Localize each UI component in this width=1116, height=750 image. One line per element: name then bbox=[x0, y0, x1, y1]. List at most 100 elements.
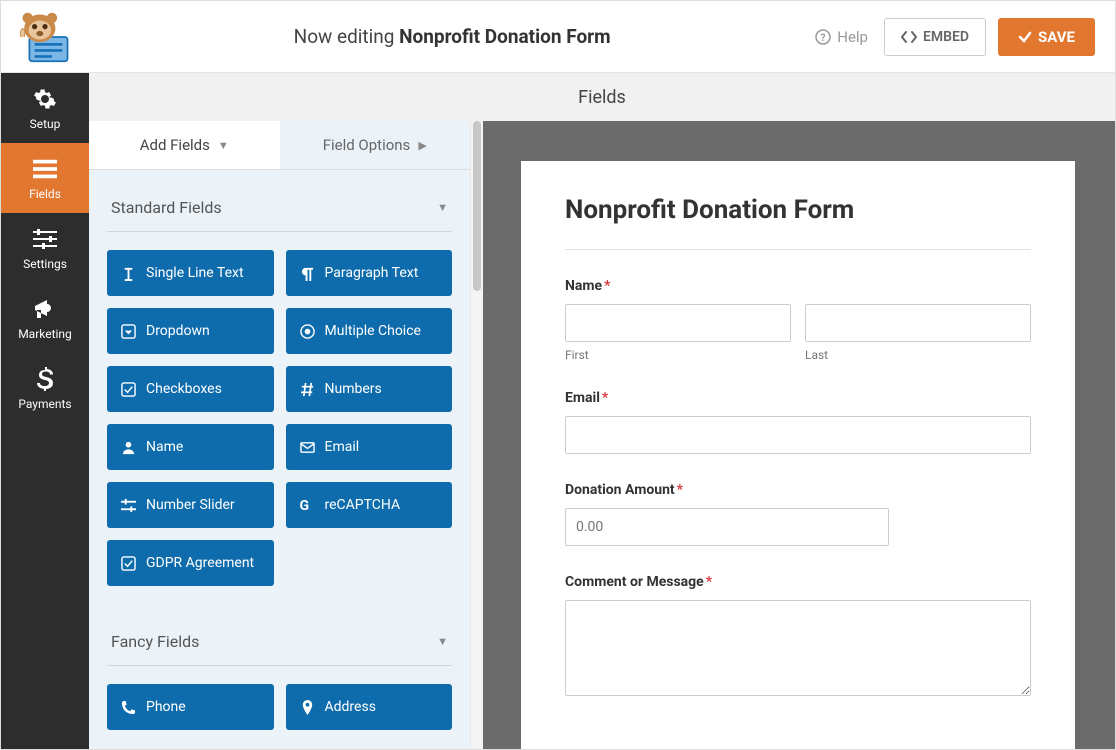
section-standard-fields[interactable]: Standard Fields ▼ bbox=[107, 170, 452, 232]
panel-title: Fields bbox=[89, 73, 1115, 121]
tab-add-fields[interactable]: Add Fields ▼ bbox=[89, 121, 280, 170]
top-bar: Now editing Nonprofit Donation Form ? He… bbox=[1, 1, 1115, 73]
field-single-line-text[interactable]: Single Line Text bbox=[107, 250, 274, 296]
editing-prefix: Now editing bbox=[294, 25, 395, 48]
question-circle-icon: ? bbox=[815, 29, 831, 45]
field-label: Number Slider bbox=[146, 497, 235, 513]
field-email[interactable]: Email bbox=[286, 424, 453, 470]
required-asterisk: * bbox=[604, 278, 610, 294]
scrollbar[interactable] bbox=[470, 121, 483, 749]
field-comment-row[interactable]: Comment or Message* bbox=[565, 574, 1031, 700]
embed-button[interactable]: EMBED bbox=[884, 18, 986, 56]
envelope-icon bbox=[300, 440, 315, 455]
field-label: Email* bbox=[565, 390, 1031, 406]
split-area: Add Fields ▼ Field Options ▶ Standard Fi… bbox=[89, 121, 1115, 749]
sidebar: Setup Fields Settings Marketing Payments bbox=[1, 73, 89, 749]
save-label: SAVE bbox=[1038, 28, 1075, 46]
sliders-icon bbox=[121, 498, 136, 513]
caret-square-down-icon bbox=[121, 324, 136, 339]
field-label: Single Line Text bbox=[146, 265, 244, 281]
form-preview-title: Nonprofit Donation Form bbox=[565, 195, 1031, 250]
sidebar-label: Settings bbox=[23, 257, 67, 271]
field-label: Checkboxes bbox=[146, 381, 222, 397]
field-name[interactable]: Name bbox=[107, 424, 274, 470]
field-numbers[interactable]: Numbers bbox=[286, 366, 453, 412]
sublabel-first: First bbox=[565, 348, 791, 362]
sublabel-last: Last bbox=[805, 348, 1031, 362]
embed-label: EMBED bbox=[923, 29, 969, 45]
field-label: Paragraph Text bbox=[325, 265, 419, 281]
main-area: Setup Fields Settings Marketing Payments bbox=[1, 73, 1115, 749]
check-square-icon bbox=[121, 382, 136, 397]
required-asterisk: * bbox=[602, 390, 608, 406]
field-dropdown[interactable]: Dropdown bbox=[107, 308, 274, 354]
chevron-down-icon: ▼ bbox=[437, 201, 448, 214]
field-label: Multiple Choice bbox=[325, 323, 421, 339]
field-name-row[interactable]: Name* First Last bbox=[565, 278, 1031, 362]
field-paragraph-text[interactable]: Paragraph Text bbox=[286, 250, 453, 296]
field-label: Address bbox=[325, 699, 376, 715]
google-icon: G bbox=[300, 498, 315, 513]
help-label: Help bbox=[837, 28, 868, 46]
wpforms-logo bbox=[17, 11, 73, 63]
dot-circle-icon bbox=[300, 324, 315, 339]
tab-field-options[interactable]: Field Options ▶ bbox=[280, 121, 471, 170]
scrollbar-thumb[interactable] bbox=[473, 121, 481, 291]
field-label: Dropdown bbox=[146, 323, 210, 339]
required-asterisk: * bbox=[706, 574, 712, 590]
map-marker-icon bbox=[300, 700, 315, 715]
last-name-input[interactable] bbox=[805, 304, 1031, 342]
sidebar-label: Marketing bbox=[18, 327, 72, 341]
chevron-down-icon: ▼ bbox=[437, 635, 448, 648]
check-icon bbox=[1018, 30, 1032, 44]
chevron-right-icon: ▶ bbox=[418, 139, 426, 152]
sidebar-label: Fields bbox=[29, 187, 61, 201]
field-label: Numbers bbox=[325, 381, 382, 397]
form-preview-panel: Nonprofit Donation Form Name* First bbox=[483, 121, 1115, 749]
field-donation-amount-row[interactable]: Donation Amount* bbox=[565, 482, 1031, 546]
form-name: Nonprofit Donation Form bbox=[399, 25, 610, 48]
sidebar-item-marketing[interactable]: Marketing bbox=[1, 283, 89, 353]
tab-label: Field Options bbox=[323, 136, 411, 154]
paragraph-icon bbox=[300, 266, 315, 281]
field-recaptcha[interactable]: G reCAPTCHA bbox=[286, 482, 453, 528]
field-label: Comment or Message* bbox=[565, 574, 1031, 590]
section-label: Standard Fields bbox=[111, 198, 222, 217]
check-square-icon bbox=[121, 556, 136, 571]
field-number-slider[interactable]: Number Slider bbox=[107, 482, 274, 528]
email-input[interactable] bbox=[565, 416, 1031, 454]
save-button[interactable]: SAVE bbox=[998, 18, 1095, 56]
field-email-row[interactable]: Email* bbox=[565, 390, 1031, 454]
section-fancy-fields[interactable]: Fancy Fields ▼ bbox=[107, 604, 452, 666]
comment-textarea[interactable] bbox=[565, 600, 1031, 696]
field-multiple-choice[interactable]: Multiple Choice bbox=[286, 308, 453, 354]
field-address[interactable]: Address bbox=[286, 684, 453, 730]
chevron-down-icon: ▼ bbox=[218, 139, 229, 152]
sidebar-item-payments[interactable]: Payments bbox=[1, 353, 89, 423]
sidebar-item-setup[interactable]: Setup bbox=[1, 73, 89, 143]
donation-amount-input[interactable] bbox=[565, 508, 889, 546]
dollar-icon bbox=[33, 367, 57, 391]
first-name-input[interactable] bbox=[565, 304, 791, 342]
bullhorn-icon bbox=[33, 297, 57, 321]
help-link[interactable]: ? Help bbox=[815, 28, 868, 46]
field-gdpr-agreement[interactable]: GDPR Agreement bbox=[107, 540, 274, 586]
phone-icon bbox=[121, 700, 136, 715]
field-label: Name bbox=[146, 439, 183, 455]
field-phone[interactable]: Phone bbox=[107, 684, 274, 730]
form-canvas[interactable]: Nonprofit Donation Form Name* First bbox=[521, 161, 1075, 749]
logo-wrap bbox=[1, 11, 89, 63]
panel-tabs: Add Fields ▼ Field Options ▶ bbox=[89, 121, 470, 170]
sidebar-label: Setup bbox=[30, 117, 61, 131]
sidebar-item-fields[interactable]: Fields bbox=[1, 143, 89, 213]
field-label: Donation Amount* bbox=[565, 482, 1031, 498]
field-label: GDPR Agreement bbox=[146, 555, 254, 571]
sliders-icon bbox=[33, 227, 57, 251]
sidebar-item-settings[interactable]: Settings bbox=[1, 213, 89, 283]
user-icon bbox=[121, 440, 136, 455]
required-asterisk: * bbox=[677, 482, 683, 498]
content-area: Fields Add Fields ▼ Field Options ▶ bbox=[89, 73, 1115, 749]
field-label: Phone bbox=[146, 699, 186, 715]
fields-panel: Add Fields ▼ Field Options ▶ Standard Fi… bbox=[89, 121, 483, 749]
field-checkboxes[interactable]: Checkboxes bbox=[107, 366, 274, 412]
